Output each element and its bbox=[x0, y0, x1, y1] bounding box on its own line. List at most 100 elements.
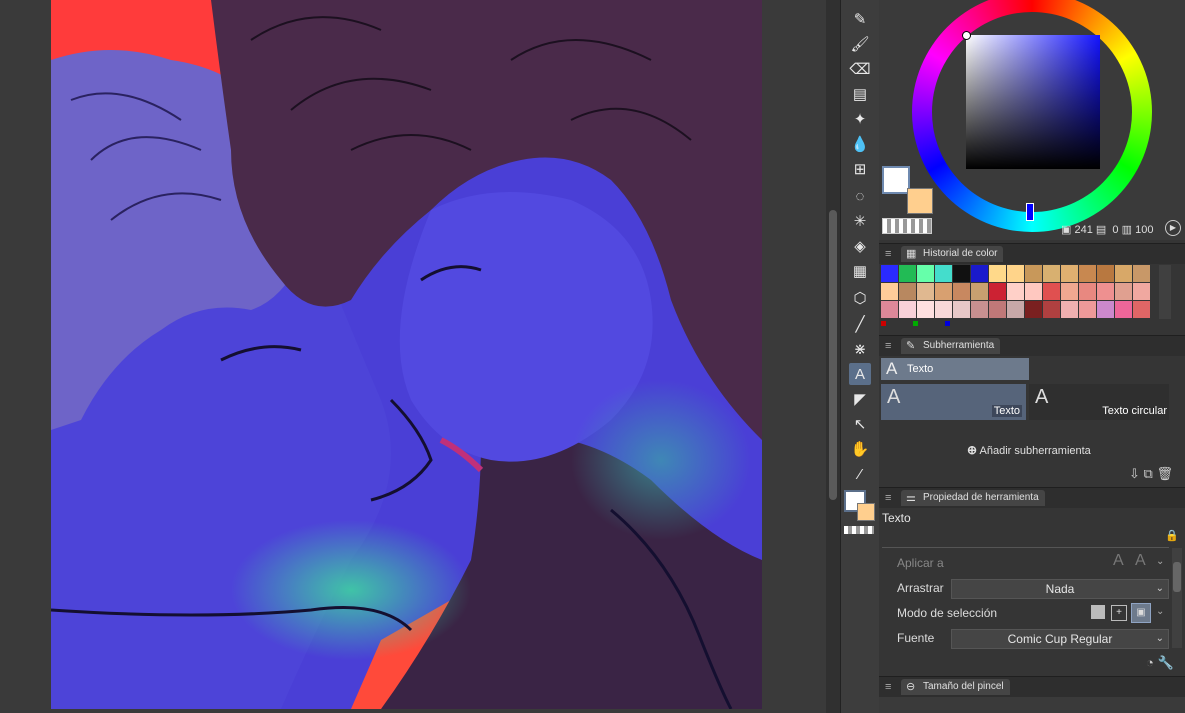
color-history-swatch[interactable] bbox=[1025, 265, 1042, 282]
hand-icon[interactable]: ✋ bbox=[849, 438, 871, 460]
color-history-swatch[interactable] bbox=[1079, 283, 1096, 300]
color-history-swatch[interactable] bbox=[1025, 301, 1042, 318]
color-history-swatch[interactable] bbox=[1115, 265, 1132, 282]
color-history-swatch[interactable] bbox=[1043, 283, 1060, 300]
hue-cursor[interactable] bbox=[1026, 203, 1034, 221]
brush-size-tab[interactable]: ⊖ Tamaño del pincel bbox=[901, 679, 1010, 695]
color-history-swatch[interactable] bbox=[1079, 301, 1096, 318]
transparent-indicator[interactable] bbox=[882, 218, 932, 234]
color-history-swatch[interactable] bbox=[935, 283, 952, 300]
transparent-color-swatch[interactable] bbox=[844, 526, 874, 534]
color-history-swatch[interactable] bbox=[1043, 301, 1060, 318]
color-history-swatch[interactable] bbox=[1133, 301, 1150, 318]
3d-object-icon[interactable]: ⬡ bbox=[849, 287, 871, 309]
subtool-tab[interactable]: ✎ Subherramienta bbox=[901, 338, 1001, 354]
fill-icon[interactable]: ◈ bbox=[849, 235, 871, 257]
color-history-swatch[interactable] bbox=[989, 301, 1006, 318]
add-selection-icon[interactable]: + bbox=[1111, 605, 1127, 621]
color-history-grid[interactable] bbox=[881, 265, 1153, 319]
color-history-swatch[interactable] bbox=[917, 301, 934, 318]
color-history-swatch[interactable] bbox=[935, 265, 952, 282]
property-scrollbar[interactable] bbox=[1172, 548, 1182, 648]
color-history-swatch[interactable] bbox=[1061, 265, 1078, 282]
color-history-swatch[interactable] bbox=[971, 265, 988, 282]
text-apply-icon[interactable]: A bbox=[1113, 552, 1124, 570]
color-picker-cursor[interactable] bbox=[962, 31, 971, 40]
object-select-icon[interactable]: ↖ bbox=[849, 413, 871, 435]
text-style-apply-icon[interactable]: A bbox=[1135, 552, 1146, 570]
property-scrollbar-thumb[interactable] bbox=[1173, 562, 1181, 592]
color-history-swatch[interactable] bbox=[1097, 301, 1114, 318]
trash-icon[interactable]: 🗑 bbox=[1156, 466, 1173, 481]
color-history-swatch[interactable] bbox=[935, 301, 952, 318]
add-subtool-button[interactable]: ⊕ Añadir subherramienta bbox=[967, 443, 1091, 457]
color-history-swatch[interactable] bbox=[899, 283, 916, 300]
color-history-swatch[interactable] bbox=[917, 283, 934, 300]
gradient-icon[interactable]: ▦ bbox=[849, 260, 871, 282]
ruler-icon[interactable]: ⋇ bbox=[849, 338, 871, 360]
color-history-swatch[interactable] bbox=[1115, 301, 1132, 318]
artwork-canvas[interactable] bbox=[51, 0, 762, 709]
lasso-select-icon[interactable]: ◌ bbox=[849, 185, 871, 207]
saturation-brightness-square[interactable] bbox=[966, 35, 1100, 169]
sub-color-swatch[interactable] bbox=[857, 503, 875, 521]
font-select[interactable]: Comic Cup Regular ⌄ bbox=[951, 629, 1169, 649]
import-icon[interactable]: ⇩ bbox=[1129, 466, 1140, 481]
mesh-icon[interactable]: ⊞ bbox=[849, 158, 871, 180]
color-history-swatch[interactable] bbox=[971, 301, 988, 318]
color-history-swatch[interactable] bbox=[917, 265, 934, 282]
color-history-swatch[interactable] bbox=[1133, 283, 1150, 300]
color-history-tab[interactable]: ▦ Historial de color bbox=[901, 246, 1004, 262]
subtool-item-text[interactable]: A Texto bbox=[881, 384, 1026, 420]
color-history-swatch[interactable] bbox=[953, 283, 970, 300]
sparkle-icon[interactable]: ✦ bbox=[849, 108, 871, 130]
panel-grip-icon[interactable]: ≡ bbox=[885, 681, 891, 693]
history-scrollbar[interactable] bbox=[1159, 265, 1171, 319]
color-history-swatch[interactable] bbox=[1133, 265, 1150, 282]
copy-subtool-icon[interactable]: ⧉ bbox=[1144, 466, 1153, 481]
color-history-swatch[interactable] bbox=[1097, 265, 1114, 282]
sub-color-indicator[interactable] bbox=[907, 188, 933, 214]
tool-property-tab[interactable]: ⚌ Propiedad de herramienta bbox=[901, 490, 1045, 506]
color-history-swatch[interactable] bbox=[989, 283, 1006, 300]
color-history-swatch[interactable] bbox=[953, 265, 970, 282]
lock-icon[interactable]: 🔒 bbox=[1165, 529, 1179, 542]
subtract-selection-icon[interactable]: ▣ bbox=[1131, 603, 1151, 623]
color-history-swatch[interactable] bbox=[1007, 283, 1024, 300]
panel-grip-icon[interactable]: ≡ bbox=[885, 492, 891, 504]
pen-icon[interactable]: ✎ bbox=[849, 8, 871, 30]
play-icon[interactable]: ▶ bbox=[1165, 220, 1181, 236]
canvas-area[interactable] bbox=[0, 0, 840, 713]
chevron-down-icon[interactable]: ⌄ bbox=[1156, 556, 1164, 567]
frame-border-icon[interactable]: ◤ bbox=[849, 388, 871, 410]
color-history-swatch[interactable] bbox=[1115, 283, 1132, 300]
color-history-swatch[interactable] bbox=[953, 301, 970, 318]
reset-icon[interactable]: ◔ bbox=[1146, 655, 1154, 670]
blend-icon[interactable]: 💧 bbox=[849, 133, 871, 155]
color-history-swatch[interactable] bbox=[1025, 283, 1042, 300]
color-history-swatch[interactable] bbox=[881, 283, 898, 300]
color-history-swatch[interactable] bbox=[1061, 283, 1078, 300]
new-selection-icon[interactable] bbox=[1091, 605, 1105, 619]
color-history-swatch[interactable] bbox=[971, 283, 988, 300]
eyedropper-icon[interactable]: ⁄ bbox=[849, 463, 871, 485]
scrollbar-thumb[interactable] bbox=[829, 210, 837, 500]
text-tool-icon[interactable]: A bbox=[849, 363, 871, 385]
line-figure-icon[interactable]: ╱ bbox=[849, 313, 871, 335]
color-history-swatch[interactable] bbox=[899, 301, 916, 318]
color-history-swatch[interactable] bbox=[989, 265, 1006, 282]
color-history-swatch[interactable] bbox=[1007, 265, 1024, 282]
color-history-swatch[interactable] bbox=[1079, 265, 1096, 282]
color-history-swatch[interactable] bbox=[881, 301, 898, 318]
color-history-swatch[interactable] bbox=[1007, 301, 1024, 318]
subtool-group-tab[interactable]: A Texto bbox=[881, 358, 1029, 380]
wrench-icon[interactable]: 🔧 bbox=[1157, 655, 1173, 670]
color-history-swatch[interactable] bbox=[899, 265, 916, 282]
color-history-swatch[interactable] bbox=[1097, 283, 1114, 300]
brush-icon[interactable]: 🖌 bbox=[849, 33, 871, 55]
decoration-icon[interactable]: ▤ bbox=[849, 83, 871, 105]
chevron-down-icon[interactable]: ⌄ bbox=[1156, 606, 1164, 617]
color-history-swatch[interactable] bbox=[1061, 301, 1078, 318]
panel-grip-icon[interactable]: ≡ bbox=[885, 340, 891, 352]
color-history-swatch[interactable] bbox=[881, 265, 898, 282]
